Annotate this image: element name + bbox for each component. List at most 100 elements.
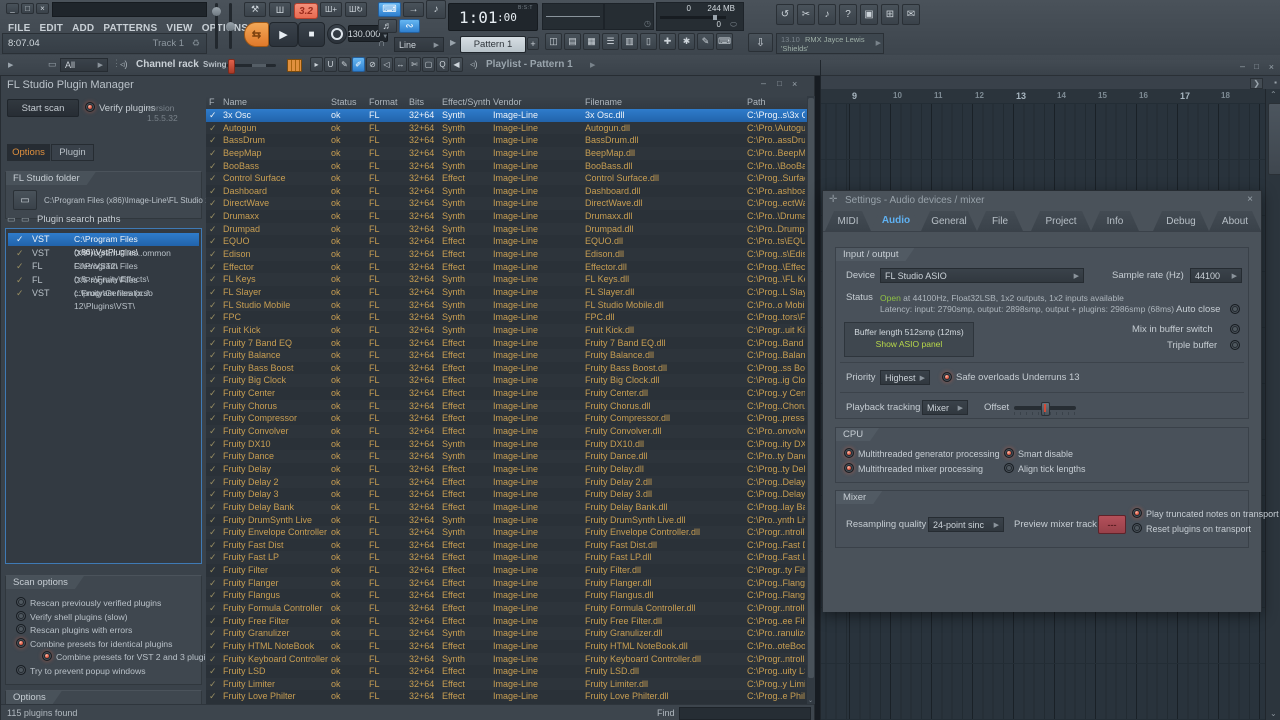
plugin-row[interactable]: ✓FL SlayerokFL32+64SynthImage-LineFL Sla…	[206, 286, 807, 299]
master-pitch-slider[interactable]	[229, 3, 232, 49]
plugin-row[interactable]: ✓Fruity Bass BoostokFL32+64EffectImage-L…	[206, 362, 807, 375]
col-header-bits[interactable]: Bits	[409, 96, 424, 109]
cut-icon[interactable]: ✂	[797, 4, 815, 25]
plugin-row[interactable]: ✓BeepMapokFL32+64SynthImage-LineBeepMap.…	[206, 147, 807, 160]
channel-rack-label[interactable]: Channel rack	[136, 59, 199, 70]
pattern-selector[interactable]: Pattern 1	[460, 36, 526, 53]
start-scan-button[interactable]: Start scan	[7, 99, 79, 117]
channel-rack-window-icon[interactable]: ▤	[564, 33, 581, 50]
record-mic-icon[interactable]: ♪	[818, 4, 836, 25]
playback-tracking-selector[interactable]: Mixer▶	[922, 400, 968, 415]
pm-tab-options[interactable]: Options	[7, 144, 50, 161]
sample-rate-selector[interactable]: 44100▶	[1190, 268, 1242, 283]
pattern-prev-arrow[interactable]: ▶	[450, 38, 456, 47]
slice-tool-icon[interactable]: ✄	[408, 57, 421, 72]
radio-try-to-prevent-popup-windows[interactable]	[16, 665, 26, 675]
plugin-row[interactable]: ✓Fruity BalanceokFL32+64EffectImage-Line…	[206, 349, 807, 362]
plugin-row[interactable]: ✓Fruit KickokFL32+64SynthImage-LineFruit…	[206, 324, 807, 337]
table-vscrollbar[interactable]: ⌄	[807, 96, 815, 704]
save-icon[interactable]: ▣	[860, 4, 878, 25]
plugin-row[interactable]: ✓Fruity HTML NoteBookokFL32+64EffectImag…	[206, 640, 807, 653]
plugin-row[interactable]: ✓Fruity Formula ControllerokFL32+64Effec…	[206, 602, 807, 615]
touch-controller-icon[interactable]: ✱	[678, 33, 695, 50]
record-button[interactable]	[327, 24, 347, 44]
radio-reset-plugins-on-transport[interactable]	[1132, 523, 1142, 533]
safe-overloads-radio[interactable]	[942, 372, 952, 382]
channel-filter-selector[interactable]: All▶	[60, 58, 108, 72]
typing-keyboard-icon[interactable]: ⌨	[716, 33, 733, 50]
news-hint-panel[interactable]: 13.10 RMX Jayce Lewis 'Shields' ▶	[776, 33, 884, 54]
tap-tempo-icon[interactable]: ⚒	[244, 2, 266, 17]
radio-multithreaded-mixer-processing[interactable]	[844, 463, 854, 473]
fl-folder-browse-button[interactable]: ▭	[13, 190, 37, 210]
plugin-row[interactable]: ✓Fruity ConvolverokFL32+64EffectImage-Li…	[206, 425, 807, 438]
radio-align-tick-lengths[interactable]	[1004, 463, 1014, 473]
plugin-row[interactable]: ✓Fruity DX10okFL32+64SynthImage-LineFrui…	[206, 438, 807, 451]
col-header-vendor[interactable]: Vendor	[493, 96, 522, 109]
plugin-row[interactable]: ✓Fruity Fast LPokFL32+64EffectImage-Line…	[206, 551, 807, 564]
settings-tab-general[interactable]: General	[921, 211, 977, 231]
scroll-up-icon[interactable]: ⌃	[1270, 90, 1277, 99]
plugin-row[interactable]: ✓DrumpadokFL32+64SynthImage-LineDrumpad.…	[206, 223, 807, 236]
loop-record-icon[interactable]: Ш↻	[345, 2, 367, 17]
title-edit-field[interactable]	[52, 2, 207, 17]
zoom-tool-icon[interactable]: Q	[436, 57, 449, 72]
table-scroll-down-icon[interactable]: ⌄	[808, 697, 813, 704]
mixer-window-icon[interactable]: ▥	[621, 33, 638, 50]
settings-tab-info[interactable]: Info	[1091, 211, 1139, 231]
pencil-tool-icon[interactable]: ✎	[338, 57, 351, 72]
gesture-icon[interactable]: ✎	[697, 33, 714, 50]
search-path-row[interactable]: ✓VSTc:\program files (x..io 12\Plugins\V…	[8, 287, 199, 300]
radio-combine-presets-for-vst-2-and-3-plugins[interactable]	[42, 651, 52, 661]
device-selector[interactable]: FL Studio ASIO▶	[880, 268, 1084, 283]
plugin-row[interactable]: ✓Fruity DanceokFL32+64SynthImage-LineFru…	[206, 450, 807, 463]
project-info-icon[interactable]: ▯	[640, 33, 657, 50]
playlist-label[interactable]: Playlist - Pattern 1	[486, 59, 573, 70]
triple-buffer-radio[interactable]	[1230, 340, 1240, 350]
offset-slider[interactable]	[1014, 406, 1076, 410]
plugin-row[interactable]: ✓Fruity FlangerokFL32+64EffectImage-Line…	[206, 577, 807, 590]
mute-tool-icon[interactable]: ◁	[380, 57, 393, 72]
search-path-row[interactable]: ✓FLC:\Program Files (x8..s\Fruity\Effect…	[8, 260, 199, 273]
preview-mixer-track-value[interactable]: ---	[1098, 515, 1126, 534]
plugin-row[interactable]: ✓Fruity Big ClockokFL32+64EffectImage-Li…	[206, 374, 807, 387]
playlist-next-arrow[interactable]: ▶	[590, 61, 595, 69]
feedback-icon[interactable]: ✉	[902, 4, 920, 25]
col-header-path[interactable]: Path	[747, 96, 766, 109]
plugin-row[interactable]: ✓Fruity GranulizerokFL32+64SynthImage-Li…	[206, 627, 807, 640]
plugin-row[interactable]: ✓Control SurfaceokFL32+64EffectImage-Lin…	[206, 172, 807, 185]
playlist-timeline[interactable]: 9101112131415161718	[821, 89, 1265, 104]
plugin-row[interactable]: ✓EdisonokFL32+64EffectImage-LineEdison.d…	[206, 248, 807, 261]
plugin-row[interactable]: ✓Fruity CompressorokFL32+64EffectImage-L…	[206, 412, 807, 425]
collapse-arrow-icon[interactable]: ▶	[8, 61, 13, 69]
radio-multithreaded-generator-processing[interactable]	[844, 448, 854, 458]
buffer-panel[interactable]: Buffer length 512smp (12ms) Show ASIO pa…	[844, 322, 974, 357]
plugin-row[interactable]: ✓FPCokFL32+64SynthImage-LineFPC.dllC:\Pr…	[206, 311, 807, 324]
wait-for-input-icon[interactable]: Ш+	[320, 2, 342, 17]
plugin-row[interactable]: ✓DrumaxxokFL32+64SynthImage-LineDrumaxx.…	[206, 210, 807, 223]
table-scroll-thumb[interactable]	[808, 98, 814, 678]
browser-window-icon[interactable]: ☰	[602, 33, 619, 50]
find-input[interactable]	[679, 707, 811, 720]
resource-monitor[interactable]: 0 244 MB 0 ⬭	[656, 2, 744, 31]
settings-tab-audio[interactable]: Audio	[871, 209, 921, 231]
playlist-window-icon[interactable]: ◫	[545, 33, 562, 50]
play-marker-tool-icon[interactable]: ▸	[310, 57, 323, 72]
settings-tab-file[interactable]: File	[977, 211, 1023, 231]
auto-close-radio[interactable]	[1230, 304, 1240, 314]
playlist-maximize-button[interactable]: □	[1254, 62, 1259, 71]
plugin-row[interactable]: ✓FL KeysokFL32+64SynthImage-LineFL Keys.…	[206, 273, 807, 286]
radio-rescan-plugins-with-errors[interactable]	[16, 624, 26, 634]
search-path-row[interactable]: ✓VSTC:\Program Files..ommon Files\VST2\	[8, 247, 199, 260]
col-header-name[interactable]: Name	[223, 96, 247, 109]
col-header-f[interactable]: F	[209, 96, 215, 109]
radio-play-truncated-notes-on-transport[interactable]	[1132, 508, 1142, 518]
marker-dot-icon[interactable]: ▪	[1274, 78, 1277, 87]
plugin-row[interactable]: ✓AutogunokFL32+64SynthImage-LineAutogun.…	[206, 122, 807, 135]
stop-button[interactable]: ■	[298, 22, 325, 47]
metronome-icon[interactable]: Ш	[269, 2, 291, 17]
playlist-minimize-button[interactable]: –	[1240, 61, 1245, 71]
resampling-selector[interactable]: 24-point sinc▶	[928, 517, 1004, 532]
plugin-row[interactable]: ✓3x OscokFL32+64SynthImage-Line3x Osc.dl…	[206, 109, 807, 122]
plugin-row[interactable]: ✓Fruity Fast DistokFL32+64EffectImage-Li…	[206, 539, 807, 552]
